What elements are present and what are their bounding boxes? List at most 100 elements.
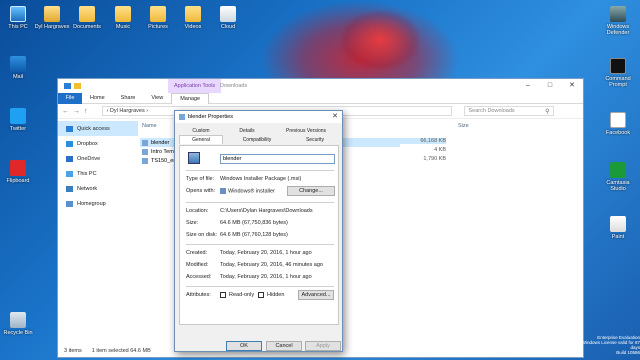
folder-icon (185, 6, 201, 22)
desktop-icon-command-prompt[interactable]: Command Prompt (600, 58, 636, 88)
advanced-button[interactable]: Advanced... (298, 290, 334, 300)
divider (186, 286, 334, 287)
dialog-tabs: Custom Details Previous Versions General… (175, 123, 342, 145)
desktop-icon-label: Facebook (605, 130, 631, 136)
desktop-icon-camtasia[interactable]: Camtasia Studio (600, 162, 636, 192)
divider (186, 244, 334, 245)
file-name: Intro Tem (151, 148, 174, 155)
forward-arrow-icon[interactable]: → (73, 108, 80, 115)
tab-manage[interactable]: Manage (171, 92, 210, 104)
change-button[interactable]: Change... (287, 186, 335, 196)
cancel-button[interactable]: Cancel (266, 341, 302, 351)
tab-share[interactable]: Share (113, 95, 144, 101)
readonly-label: Read-only (229, 292, 255, 298)
filename-field[interactable]: blender (220, 154, 335, 164)
msi-file-icon (179, 114, 185, 120)
dialog-title: blender Properties (188, 114, 233, 120)
search-placeholder: Search Downloads (468, 108, 515, 114)
desktop-icon-mail[interactable]: Mail (0, 56, 36, 80)
file-size: 66,168 KB (343, 138, 446, 144)
desktop-icon-label: Cloud (220, 24, 236, 30)
desktop-icon-label: Pictures (148, 24, 168, 30)
msi-file-icon (188, 152, 200, 164)
size-on-disk-value: 64.6 MB (67,760,128 bytes) (220, 232, 288, 238)
desktop-icon-label: Windows Defender (606, 24, 630, 36)
nav-item-label: Homegroup (77, 200, 106, 207)
back-arrow-icon[interactable]: ← (62, 108, 69, 115)
properties-dialog: blender Properties ✕ Custom Details Prev… (174, 110, 343, 352)
readonly-checkbox[interactable] (220, 292, 226, 298)
search-input[interactable]: Search Downloads ⚲ (463, 106, 554, 116)
tab-compatibility[interactable]: Compatibility (231, 136, 283, 145)
desktop-icon-label: Camtasia Studio (606, 180, 630, 192)
file-icon (142, 157, 148, 164)
nav-item-quick-access[interactable]: Quick access (58, 121, 138, 136)
desktop-icon-videos[interactable]: Videos (175, 6, 211, 30)
close-icon[interactable]: ✕ (561, 79, 583, 93)
ok-button[interactable]: OK (226, 341, 262, 351)
tab-details[interactable]: Details (227, 127, 267, 136)
close-icon[interactable]: ✕ (332, 112, 338, 120)
homegroup-icon (66, 200, 73, 207)
desktop-icon-twitter[interactable]: Twitter (0, 108, 36, 132)
maximize-icon[interactable]: □ (539, 79, 561, 93)
file-name: TS150_en (151, 157, 177, 164)
desktop-icon-label: This PC (8, 24, 28, 30)
recycle-bin-icon (10, 312, 26, 328)
created-value: Today, February 20, 2016, 1 hour ago (220, 250, 312, 256)
modified-label: Modified: (186, 262, 209, 268)
nav-item-network[interactable]: Network (58, 181, 138, 196)
installer-icon (220, 188, 226, 194)
desktop-icon-documents[interactable]: Documents (69, 6, 105, 30)
size-on-disk-label: Size on disk: (186, 232, 218, 238)
desktop-icon-defender[interactable]: Windows Defender (600, 6, 636, 36)
nav-item-dropbox[interactable]: Dropbox (58, 136, 138, 151)
column-name[interactable]: Name (142, 123, 157, 129)
desktop-icon-label: Flipboard (6, 178, 30, 184)
opens-value-text: Windows® installer (228, 188, 275, 195)
general-panel: blender Type of file: Windows Installer … (179, 145, 339, 325)
mail-icon (10, 56, 26, 72)
tab-file[interactable]: File (58, 92, 82, 104)
tab-view[interactable]: View (143, 95, 171, 101)
nav-item-label: Network (77, 185, 98, 192)
star-icon (66, 125, 73, 132)
cloud-icon (220, 6, 236, 22)
nav-item-label: OneDrive (77, 155, 101, 162)
folder-icon (79, 6, 95, 22)
msi-file-icon (142, 139, 148, 146)
dropbox-icon (66, 140, 73, 147)
desktop-icon-cloud[interactable]: Cloud (210, 6, 246, 30)
new-folder-icon[interactable] (74, 83, 81, 89)
desktop-icon-music[interactable]: Music (105, 6, 141, 30)
desktop-icon-facebook[interactable]: Facebook (600, 112, 636, 136)
column-size[interactable]: Size (458, 123, 469, 129)
explorer-title-bar: Application Tools Downloads – □ ✕ (58, 79, 583, 93)
application-tools-label: Application Tools (168, 79, 222, 93)
properties-icon[interactable] (64, 83, 71, 89)
tab-security[interactable]: Security (291, 136, 339, 145)
desktop-icon-paint[interactable]: Paint (600, 216, 636, 240)
folder-icon (150, 6, 166, 22)
minimize-icon[interactable]: – (517, 79, 539, 93)
nav-item-homegroup[interactable]: Homegroup (58, 196, 138, 211)
tab-home[interactable]: Home (82, 95, 113, 101)
hidden-checkbox[interactable] (258, 292, 264, 298)
nav-item-onedrive[interactable]: OneDrive (58, 151, 138, 166)
desktop-icon-recycle-bin[interactable]: Recycle Bin (0, 312, 36, 336)
location-value: C:\Users\Dylan Hargraves\Downloads (220, 208, 313, 214)
desktop-icon-dyl-hargraves[interactable]: Dyl Hargraves (34, 6, 70, 30)
hidden-label: Hidden (267, 292, 285, 298)
computer-icon (10, 6, 26, 22)
nav-item-this-pc[interactable]: This PC (58, 166, 138, 181)
accessed-label: Accessed: (186, 274, 212, 280)
apply-button[interactable]: Apply (305, 341, 341, 351)
network-icon (66, 185, 73, 192)
desktop-icon-pictures[interactable]: Pictures (140, 6, 176, 30)
up-arrow-icon[interactable]: ↑ (84, 108, 88, 115)
desktop-icon-this-pc[interactable]: This PC (0, 6, 36, 30)
desktop-icon-flipboard[interactable]: Flipboard (0, 160, 36, 184)
file-size: 4 KB (434, 147, 446, 153)
tab-general[interactable]: General (179, 135, 223, 144)
tab-previous-versions[interactable]: Previous Versions (275, 127, 337, 136)
